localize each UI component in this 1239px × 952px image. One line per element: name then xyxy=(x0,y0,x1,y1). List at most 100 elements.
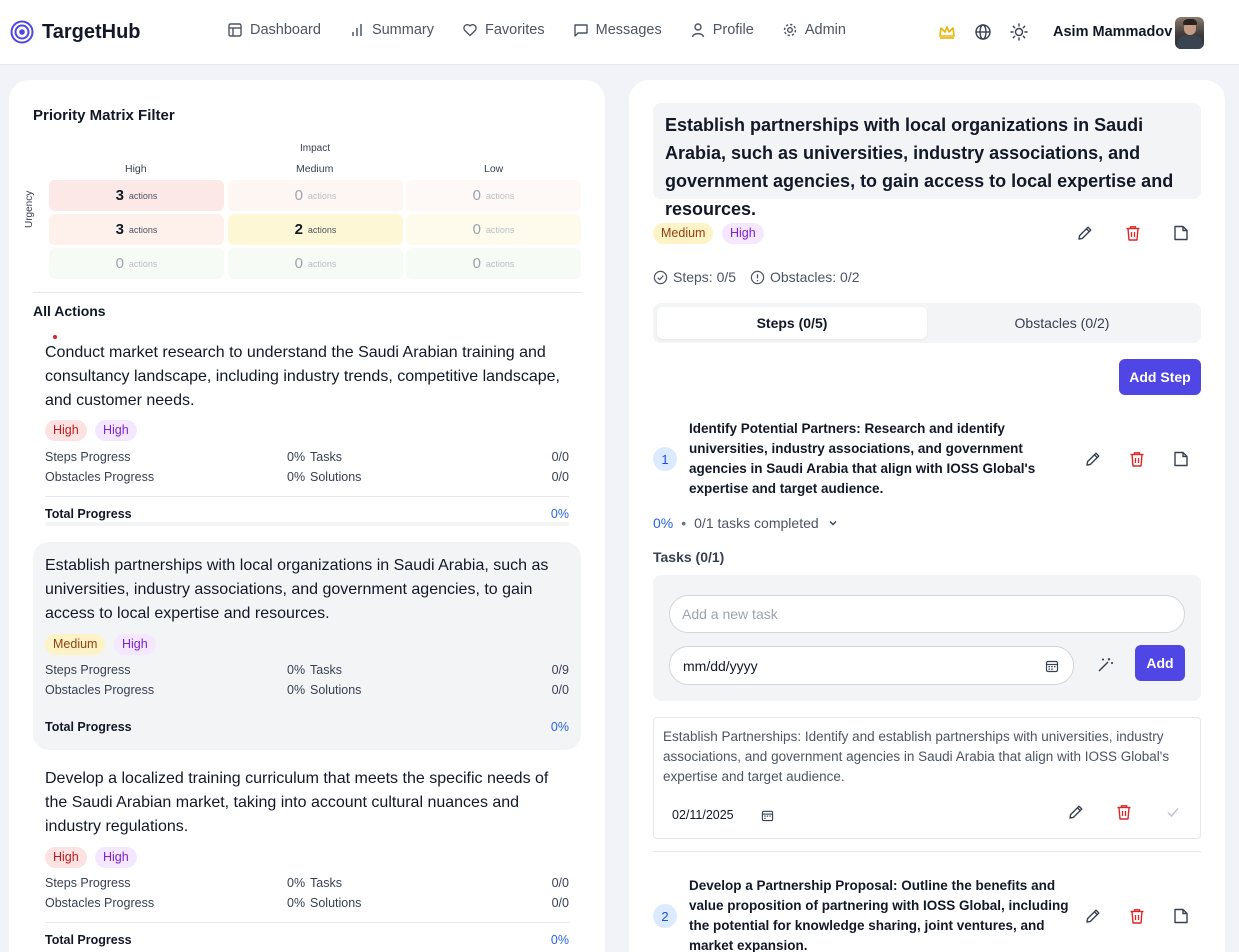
cell-count: 0 xyxy=(472,187,481,204)
nav-summary[interactable]: Summary xyxy=(349,22,434,38)
nav-label: Favorites xyxy=(484,22,545,38)
target-logo-icon xyxy=(10,20,34,44)
date-placeholder: mm/dd/yyyy xyxy=(683,658,758,674)
chevron-down-icon xyxy=(829,521,837,526)
action-title: Conduct market research to understand th… xyxy=(45,344,560,409)
cell-count: 0 xyxy=(472,221,481,238)
action-title: Develop a localized training curriculum … xyxy=(45,770,549,835)
cell-count: 0 xyxy=(472,255,481,272)
task-due-date: 02/11/2025 xyxy=(672,808,734,822)
step-number: 2 xyxy=(653,904,677,928)
step-title: Develop a Partnership Proposal: Outline … xyxy=(689,878,1069,952)
obstacles-progress-value: 0% xyxy=(287,683,306,697)
add-task-button[interactable]: Add xyxy=(1135,645,1185,681)
sun-icon[interactable] xyxy=(1010,23,1028,41)
dashboard-icon xyxy=(228,23,242,37)
step-divider xyxy=(653,851,1201,852)
total-progress-label: Total Progress xyxy=(45,507,132,521)
cell-count: 0 xyxy=(115,255,124,272)
step-progress-toggle[interactable]: 0% • 0/1 tasks completed xyxy=(653,515,839,531)
nav-messages[interactable]: Messages xyxy=(573,22,662,38)
nav-label: Dashboard xyxy=(250,22,321,38)
tab-steps[interactable]: Steps (0/5) xyxy=(657,307,927,339)
total-progress-label: Total Progress xyxy=(45,720,132,734)
trash-icon[interactable] xyxy=(1124,224,1142,242)
brand[interactable]: TargetHub xyxy=(10,20,141,44)
matrix-cell-medium-low[interactable]: 0 actions xyxy=(406,214,581,245)
nav-admin[interactable]: Admin xyxy=(782,22,846,38)
steps-progress-value: 0% xyxy=(287,450,306,464)
bar-chart-icon xyxy=(352,24,362,36)
check-icon[interactable] xyxy=(1164,803,1182,821)
matrix-cell-low-medium[interactable]: 0 actions xyxy=(228,248,403,279)
trash-icon[interactable] xyxy=(1128,450,1146,468)
nav-label: Summary xyxy=(371,22,434,38)
tasks-value: 0/0 xyxy=(551,450,569,464)
matrix-cell-high-low[interactable]: 0 actions xyxy=(406,180,581,211)
action-card[interactable]: Develop a localized training curriculum … xyxy=(33,758,581,952)
edit-icon[interactable] xyxy=(1084,450,1102,468)
tasks-completed: 0/1 tasks completed xyxy=(694,515,819,531)
globe-icon[interactable] xyxy=(974,23,992,41)
total-progress-label: Total Progress xyxy=(45,933,132,947)
obstacles-progress-value: 0% xyxy=(287,896,306,910)
cell-unit: actions xyxy=(307,190,337,201)
detail-tabs: Steps (0/5) Obstacles (0/2) xyxy=(653,303,1201,343)
note-icon[interactable] xyxy=(1172,224,1190,242)
nav-label: Profile xyxy=(712,22,754,38)
step-number: 1 xyxy=(653,447,677,471)
magic-wand-icon[interactable] xyxy=(1096,656,1114,674)
matrix-cell-high-high[interactable]: 3 actions xyxy=(49,180,224,211)
action-card[interactable]: Conduct market research to understand th… xyxy=(33,332,581,527)
matrix-cell-low-low[interactable]: 0 actions xyxy=(406,248,581,279)
task-date-input[interactable]: mm/dd/yyyy xyxy=(669,646,1074,685)
cell-unit: actions xyxy=(485,258,515,269)
add-step-button[interactable]: Add Step xyxy=(1119,359,1201,395)
nav-label: Admin xyxy=(804,22,846,38)
matrix-cell-low-high[interactable]: 0 actions xyxy=(49,248,224,279)
trash-icon[interactable] xyxy=(1128,907,1146,925)
edit-icon[interactable] xyxy=(1067,803,1085,821)
nav-profile[interactable]: Profile xyxy=(690,22,754,38)
crown-icon[interactable] xyxy=(938,23,956,41)
steps-progress-value: 0% xyxy=(287,876,306,890)
note-icon[interactable] xyxy=(1172,907,1190,925)
tasks-heading: Tasks (0/1) xyxy=(653,549,725,565)
step-title: Identify Potential Partners: Research an… xyxy=(689,421,1036,496)
cell-count: 3 xyxy=(115,221,124,238)
nav-favorites[interactable]: Favorites xyxy=(462,22,545,38)
cell-count: 0 xyxy=(294,187,303,204)
action-card-selected[interactable]: Establish partnerships with local organi… xyxy=(33,542,581,750)
impact-badge: High xyxy=(114,634,156,655)
calendar-icon[interactable] xyxy=(1045,659,1059,673)
calendar-icon[interactable] xyxy=(761,809,774,822)
task-item: Establish Partnerships: Identify and est… xyxy=(653,717,1201,839)
avatar-body xyxy=(1177,35,1203,49)
note-icon[interactable] xyxy=(1172,450,1190,468)
card-divider xyxy=(45,496,569,497)
tab-obstacles[interactable]: Obstacles (0/2) xyxy=(927,307,1197,339)
matrix-cell-medium-high[interactable]: 3 actions xyxy=(49,214,224,245)
cell-count: 2 xyxy=(294,221,303,238)
avatar[interactable] xyxy=(1175,17,1204,49)
trash-icon[interactable] xyxy=(1115,803,1133,821)
user-name[interactable]: Asim Mammadov xyxy=(1053,24,1172,40)
cell-unit: actions xyxy=(485,224,515,235)
cell-unit: actions xyxy=(128,190,158,201)
steps-count-label: Steps: 0/5 xyxy=(673,269,737,285)
matrix-cell-high-medium[interactable]: 0 actions xyxy=(228,180,403,211)
edit-icon[interactable] xyxy=(1084,907,1102,925)
cell-unit: actions xyxy=(307,224,337,235)
total-progress-bar xyxy=(45,522,569,526)
check-circle-icon xyxy=(653,270,668,284)
matrix-cell-medium-medium[interactable]: 2 actions xyxy=(228,214,403,245)
action-detail-panel: Establish partnerships with local organi… xyxy=(629,80,1225,952)
heart-icon xyxy=(463,23,477,37)
new-task-input[interactable] xyxy=(669,595,1185,633)
nav-dashboard[interactable]: Dashboard xyxy=(227,22,321,38)
urgency-badge: Medium xyxy=(45,634,106,655)
main-nav: Dashboard Summary Favorites Messages Pro… xyxy=(227,22,874,38)
total-progress-value: 0% xyxy=(550,507,569,521)
edit-icon[interactable] xyxy=(1076,224,1094,242)
matrix-title: Priority Matrix Filter xyxy=(33,107,175,124)
